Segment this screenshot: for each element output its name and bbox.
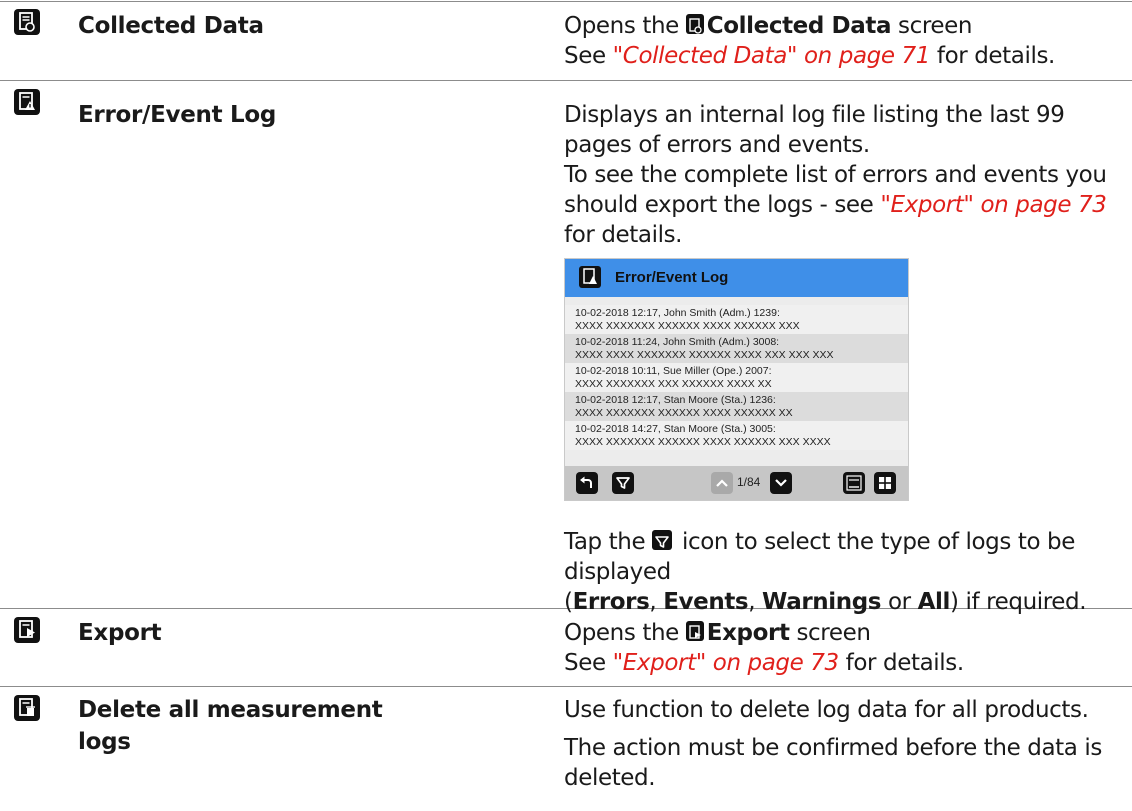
description-paragraph: Use function to delete log data for all …: [564, 697, 1089, 723]
error-event-log-screenshot: Error/Event Log 10-02-2018 12:17, John S…: [564, 258, 909, 501]
collected-data-description: Opens the Collected Data screen See "Col…: [564, 11, 1124, 71]
export-description: Opens the Export screen See "Export" on …: [564, 618, 1124, 678]
log-entry-header: 10-02-2018 14:27, Stan Moore (Sta.) 3005…: [575, 423, 776, 435]
description-text: for details.: [564, 222, 683, 248]
screen-header: Error/Event Log: [565, 259, 908, 297]
log-entry-message: XXXX XXXXXXX XXXXXX XXXX XXXXXX XX: [575, 406, 793, 419]
error-event-log-description: Displays an internal log file listing th…: [564, 100, 1124, 250]
row-divider: [0, 80, 1132, 81]
description-paragraph: The action must be confirmed before the …: [564, 735, 1102, 791]
see-text: See: [564, 650, 613, 676]
instruction-text: or: [881, 589, 918, 615]
screen-title: Error/Event Log: [615, 269, 729, 286]
description-text: Opens the: [564, 620, 686, 646]
see-text: for details.: [838, 650, 964, 676]
error-event-log-icon: [579, 266, 601, 288]
export-icon: [685, 621, 704, 641]
delete-logs-icon: [14, 695, 40, 721]
filter-icon[interactable]: [612, 472, 634, 494]
see-text: See: [564, 43, 613, 69]
log-entry-header: 10-02-2018 12:17, John Smith (Adm.) 1239…: [575, 307, 780, 319]
log-entry[interactable]: 10-02-2018 12:17, John Smith (Adm.) 1239…: [565, 305, 908, 334]
instruction-text: (: [564, 589, 573, 615]
log-entry-header: 10-02-2018 11:24, John Smith (Adm.) 3008…: [575, 336, 780, 348]
log-entry[interactable]: 10-02-2018 14:27, Stan Moore (Sta.) 3005…: [565, 421, 908, 450]
log-entry-message: XXXX XXXXXXX XXX XXXXXX XXXX XX: [575, 377, 772, 390]
collected-data-icon: [685, 14, 704, 34]
grid-icon[interactable]: [874, 472, 896, 494]
log-entry-message: XXXX XXXXXXX XXXXXX XXXX XXXXXX XXX XXXX: [575, 435, 831, 448]
page-down-icon[interactable]: [770, 472, 792, 494]
back-icon[interactable]: [576, 472, 598, 494]
error-event-log-icon: [14, 89, 40, 115]
error-event-log-label: Error/Event Log: [78, 102, 277, 128]
see-text: for details.: [929, 43, 1055, 69]
row-divider: [0, 686, 1132, 687]
instruction-text: ,: [649, 589, 664, 615]
log-entry-message: XXXX XXXXXXX XXXXXX XXXX XXXXXX XXX: [575, 319, 800, 332]
collected-data-icon: [14, 9, 40, 35]
instruction-text: ,: [748, 589, 763, 615]
cross-reference-link[interactable]: "Collected Data" on page 71: [613, 43, 931, 69]
log-entry[interactable]: 10-02-2018 11:24, John Smith (Adm.) 3008…: [565, 334, 908, 363]
export-label: Export: [78, 620, 162, 646]
filter-icon: [652, 530, 673, 550]
instruction-text: Tap the: [564, 529, 653, 555]
option-warnings: Warnings: [762, 589, 882, 615]
screen-footer: 1/84: [565, 466, 908, 500]
log-entry-header: 10-02-2018 10:11, Sue Miller (Ope.) 2007…: [575, 365, 772, 377]
description-text: screen: [789, 620, 871, 646]
label-line: logs: [78, 729, 131, 755]
log-entry-message: XXXX XXXX XXXXXXX XXXXXX XXXX XXX XXX XX…: [575, 348, 834, 361]
description-bold-text: Export: [706, 620, 790, 646]
description-text: Opens the: [564, 13, 686, 39]
option-all: All: [917, 589, 951, 615]
page-indicator: 1/84: [737, 475, 761, 489]
option-events: Events: [663, 589, 749, 615]
description-bold-text: Collected Data: [706, 13, 892, 39]
description-text: screen: [891, 13, 973, 39]
numeric-keypad-icon[interactable]: [843, 472, 865, 494]
log-list: 10-02-2018 12:17, John Smith (Adm.) 1239…: [565, 305, 908, 450]
log-entry[interactable]: 10-02-2018 10:11, Sue Miller (Ope.) 2007…: [565, 363, 908, 392]
log-entry[interactable]: 10-02-2018 12:17, Stan Moore (Sta.) 1236…: [565, 392, 908, 421]
delete-logs-description: Use function to delete log data for all …: [564, 695, 1124, 793]
option-errors: Errors: [572, 589, 650, 615]
label-line: Delete all measurement: [78, 697, 383, 723]
cross-reference-link[interactable]: "Export" on page 73: [880, 192, 1107, 218]
instruction-text: ) if required.: [949, 589, 1087, 615]
collected-data-label: Collected Data: [78, 13, 264, 39]
log-entry-header: 10-02-2018 12:17, Stan Moore (Sta.) 1236…: [575, 394, 776, 406]
cross-reference-link[interactable]: "Export" on page 73: [613, 650, 840, 676]
filter-instruction: Tap the icon to select the type of logs …: [564, 527, 1124, 617]
export-icon: [14, 617, 40, 643]
description-paragraph: Displays an internal log file listing th…: [564, 102, 1065, 158]
page-up-icon[interactable]: [711, 472, 733, 494]
row-divider: [0, 1, 1132, 2]
delete-logs-label: Delete all measurement logs: [78, 695, 383, 757]
